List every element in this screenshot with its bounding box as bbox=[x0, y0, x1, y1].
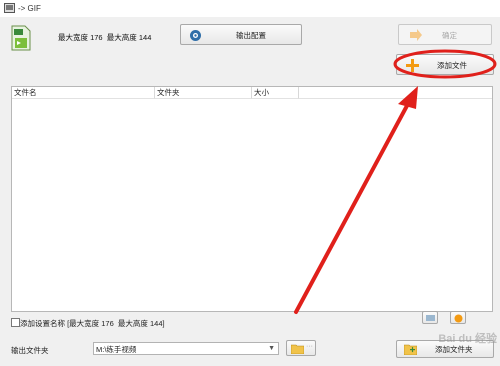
clear-mini-button[interactable] bbox=[450, 311, 466, 324]
add-file-button[interactable]: 添加文件 bbox=[396, 54, 494, 75]
add-setting-name-checkbox[interactable] bbox=[11, 318, 20, 327]
column-header-folder[interactable]: 文件夹 bbox=[155, 87, 252, 99]
column-header-filename[interactable]: 文件名 bbox=[12, 87, 155, 99]
output-folder-label: 输出文件夹 bbox=[11, 346, 49, 355]
ok-arrow-icon bbox=[410, 29, 422, 41]
clear-orange-icon bbox=[454, 314, 463, 323]
column-header-size[interactable]: 大小 bbox=[252, 87, 299, 99]
output-folder-value: M:\练手视频 bbox=[96, 345, 137, 354]
browse-folder-button[interactable]: ··· bbox=[286, 340, 316, 356]
column-header-filler bbox=[299, 87, 492, 99]
output-settings-button[interactable]: 输出配置 bbox=[180, 24, 302, 45]
file-list-table[interactable]: 文件名 文件夹 大小 bbox=[11, 86, 493, 312]
gif-format-icon bbox=[11, 25, 31, 51]
ok-button[interactable]: 确定 bbox=[398, 24, 492, 45]
add-file-label: 添加文件 bbox=[437, 61, 467, 70]
settings-mini-button[interactable] bbox=[422, 311, 438, 324]
watermark-text: Bai du 经验 bbox=[438, 333, 497, 345]
folder-icon bbox=[291, 344, 304, 354]
add-folder-icon bbox=[404, 344, 417, 355]
add-setting-name-label: 添加设置名称 [最大宽度 176 最大高度 144] bbox=[20, 319, 165, 328]
max-dimensions-text: 最大宽度 176 最大高度 144 bbox=[58, 33, 152, 42]
output-settings-icon bbox=[190, 30, 201, 41]
settings-mini-icon bbox=[426, 315, 435, 321]
browse-dots-icon: ··· bbox=[306, 343, 313, 350]
app-icon bbox=[4, 3, 15, 13]
add-plus-icon bbox=[406, 59, 419, 72]
ok-label: 确定 bbox=[442, 31, 457, 40]
output-settings-label: 输出配置 bbox=[236, 31, 266, 40]
converter-window: -> GIF 最大宽度 176 最大高度 144 输出配置 确定 添加文件 文件… bbox=[0, 0, 500, 366]
output-folder-select[interactable]: M:\练手视频 ▼ bbox=[93, 342, 279, 355]
window-title: -> GIF bbox=[18, 4, 41, 13]
title-bar: -> GIF bbox=[0, 0, 500, 17]
chevron-down-icon: ▼ bbox=[268, 345, 275, 352]
